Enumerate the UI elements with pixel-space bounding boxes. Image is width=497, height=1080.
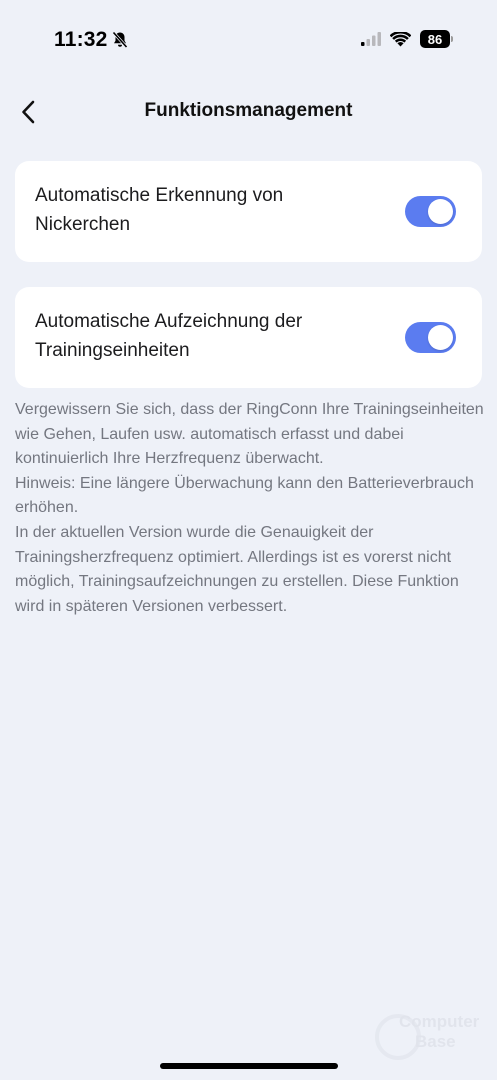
description-paragraph: Vergewissern Sie sich, dass der RingConn… <box>15 401 484 468</box>
battery-cap <box>451 36 453 42</box>
workout-description: Vergewissern Sie sich, dass der RingConn… <box>15 398 485 619</box>
toggle-knob <box>428 325 453 350</box>
battery-icon: 86 <box>420 30 453 48</box>
bell-off-icon <box>111 31 128 49</box>
nap-detection-toggle[interactable] <box>405 196 456 227</box>
home-indicator[interactable] <box>160 1063 338 1069</box>
nav-header: Funktionsmanagement <box>0 88 497 136</box>
wifi-icon <box>390 31 411 46</box>
status-right: 86 <box>361 30 453 48</box>
page-title: Funktionsmanagement <box>144 100 353 121</box>
toggle-knob <box>428 199 453 224</box>
cellular-signal-icon <box>361 32 381 46</box>
watermark-line1: Computer <box>399 1012 480 1031</box>
setting-card-workout-recording: Automatische Aufzeichnung der Trainingse… <box>15 287 482 388</box>
status-time: 11:32 <box>54 28 108 51</box>
battery-level: 86 <box>420 30 450 48</box>
status-bar: 11:32 86 <box>0 0 497 80</box>
setting-card-nap-detection: Automatische Erkennung von Nickerchen <box>15 161 482 262</box>
setting-label: Automatische Erkennung von Nickerchen <box>35 185 284 235</box>
computerbase-watermark: Computer Base <box>375 1010 485 1060</box>
setting-label: Automatische Aufzeichnung der Trainingse… <box>35 311 303 361</box>
time-group: 11:32 <box>54 28 128 52</box>
workout-recording-toggle[interactable] <box>405 322 456 353</box>
watermark-line2: Base <box>415 1032 456 1051</box>
version-note: In der aktuellen Version wurde die Genau… <box>15 523 459 615</box>
battery-hint: Hinweis: Eine längere Überwachung kann d… <box>15 474 474 517</box>
